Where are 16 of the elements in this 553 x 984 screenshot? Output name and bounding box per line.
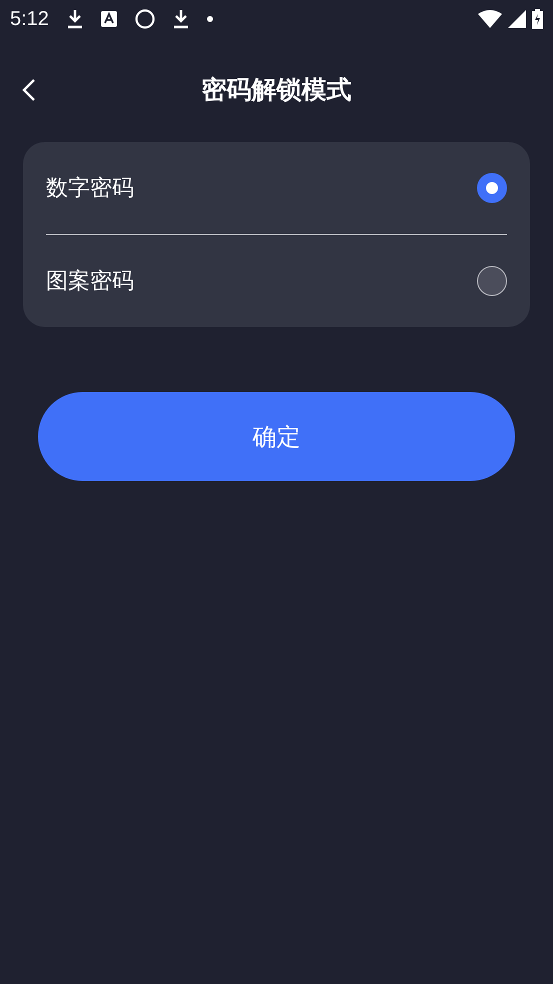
app-icon <box>100 11 117 27</box>
option-label: 数字密码 <box>46 175 134 203</box>
download-icon <box>172 9 189 29</box>
page-title: 密码解锁模式 <box>202 74 352 106</box>
signal-icon <box>508 10 526 28</box>
dot-icon <box>206 16 213 22</box>
status-time: 5:12 <box>10 8 49 30</box>
back-icon[interactable] <box>22 78 36 102</box>
option-label: 图案密码 <box>46 268 134 296</box>
circle-icon <box>134 9 155 29</box>
battery-icon <box>532 9 543 29</box>
confirm-button[interactable]: 确定 <box>38 392 515 481</box>
radio-button[interactable] <box>477 173 507 203</box>
wifi-icon <box>478 10 502 28</box>
radio-button[interactable] <box>477 266 507 296</box>
download-icon <box>66 9 83 29</box>
